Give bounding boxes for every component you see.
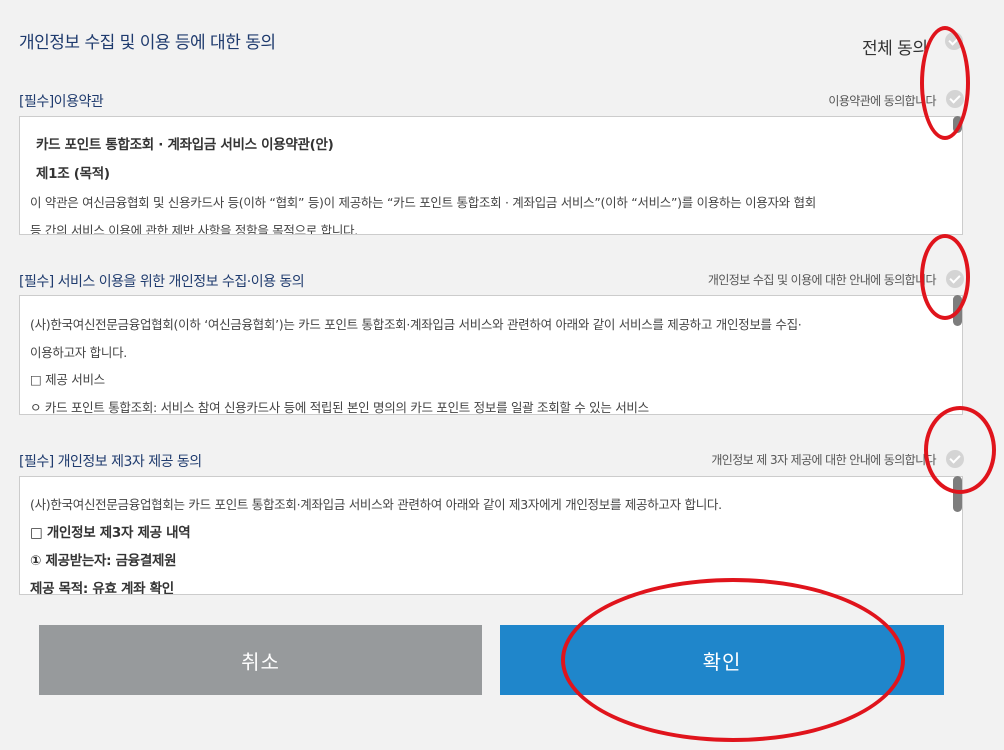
- terms-text-line: 이 약관은 여신금융협회 및 신용카드사 등(이하 “협회” 등)이 제공하는 …: [30, 195, 816, 210]
- page-title: 개인정보 수집 및 이용 등에 대한 동의: [19, 33, 276, 53]
- collection-text-line: □ 제공 서비스: [30, 372, 105, 387]
- cancel-button[interactable]: 취소: [39, 625, 482, 695]
- section-title-third-party: [필수] 개인정보 제3자 제공 동의: [19, 454, 202, 470]
- confirm-button[interactable]: 확인: [500, 625, 944, 695]
- agree-terms-check-icon[interactable]: [946, 90, 964, 108]
- agree-third-party-label[interactable]: 개인정보 제 3자 제공에 대한 안내에 동의합니다: [711, 451, 936, 468]
- agree-third-party-check-icon[interactable]: [946, 450, 964, 468]
- terms-heading: 카드 포인트 통합조회 · 계좌입금 서비스 이용약관(안): [36, 137, 334, 153]
- third-party-text-line: □ 개인정보 제3자 제공 내역: [30, 525, 191, 541]
- third-party-content-box[interactable]: (사)한국여신전문금융업협회는 카드 포인트 통합조회·계좌입금 서비스와 관련…: [19, 476, 963, 595]
- third-party-text-line: ① 제공받는자: 금융결제원: [30, 553, 177, 569]
- collection-text-line: (사)한국여신전문금융업협회(이하 ‘여신금융협회’)는 카드 포인트 통합조회…: [30, 317, 802, 332]
- third-party-scrollbar[interactable]: [953, 476, 962, 512]
- agree-collection-check-icon[interactable]: [946, 270, 964, 288]
- agree-terms-label[interactable]: 이용약관에 동의합니다: [828, 92, 936, 109]
- section-title-collection: [필수] 서비스 이용을 위한 개인정보 수집·이용 동의: [19, 274, 305, 290]
- terms-content-box[interactable]: 카드 포인트 통합조회 · 계좌입금 서비스 이용약관(안) 제1조 (목적) …: [19, 116, 963, 235]
- third-party-text-line: 제공 목적: 유효 계좌 확인: [30, 581, 174, 595]
- collection-text-line: ㅇ 카드 포인트 통합조회: 서비스 참여 신용카드사 등에 적립된 본인 명의…: [30, 400, 649, 415]
- collection-text-line: 이용하고자 합니다.: [30, 345, 127, 360]
- agree-all-label[interactable]: 전체 동의: [862, 34, 928, 59]
- terms-article-title: 제1조 (목적): [36, 166, 110, 182]
- agree-collection-label[interactable]: 개인정보 수집 및 이용에 대한 안내에 동의합니다: [708, 271, 937, 288]
- section-title-terms: [필수]이용약관: [19, 94, 104, 110]
- third-party-text-line: (사)한국여신전문금융업협회는 카드 포인트 통합조회·계좌입금 서비스와 관련…: [30, 497, 722, 512]
- agree-all-check-icon[interactable]: [945, 32, 963, 50]
- collection-scrollbar[interactable]: [953, 295, 962, 326]
- terms-scrollbar[interactable]: [953, 116, 962, 133]
- terms-text-line: 등 간의 서비스 이용에 관한 제반 사항을 정함을 목적으로 합니다.: [30, 223, 358, 235]
- collection-content-box[interactable]: (사)한국여신전문금융업협회(이하 ‘여신금융협회’)는 카드 포인트 통합조회…: [19, 295, 963, 415]
